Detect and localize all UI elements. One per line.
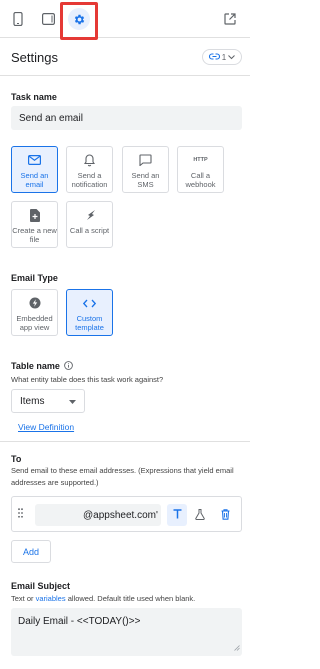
page-title: Settings: [11, 50, 58, 65]
task-type-call-script[interactable]: Call a script: [66, 201, 113, 248]
task-type-create-file[interactable]: Create a new file: [11, 201, 58, 248]
email-type-embedded-view[interactable]: Embedded app view: [11, 289, 58, 336]
email-subject-label: Email Subject: [11, 581, 71, 591]
trash-icon: [221, 508, 230, 522]
email-type-label-text: Embedded app view: [16, 314, 53, 332]
open-external-icon[interactable]: [219, 8, 241, 30]
variables-link[interactable]: variables: [36, 594, 66, 603]
tablet-icon[interactable]: [37, 8, 59, 30]
task-type-label: Send a notification: [71, 171, 108, 189]
table-name-label: Table name: [11, 361, 74, 372]
chevron-down-icon: [228, 53, 236, 62]
divider: [0, 441, 250, 442]
link-icon: [208, 52, 220, 62]
text-mode-button[interactable]: [167, 504, 187, 526]
task-type-label: Call a webhook: [185, 171, 216, 189]
top-toolbar: [0, 0, 250, 40]
email-subject-value: Daily Email - <<TODAY()>>: [18, 616, 141, 627]
drag-handle-icon[interactable]: [18, 508, 23, 520]
lightning-icon: [29, 296, 41, 310]
new-file-icon: [29, 208, 40, 222]
email-subject-input[interactable]: Daily Email - <<TODAY()>>: [11, 608, 242, 656]
text-format-icon: [173, 509, 182, 521]
task-type-label: Send an SMS: [131, 171, 160, 189]
add-recipient-button[interactable]: Add: [11, 540, 51, 563]
task-type-call-webhook[interactable]: HTTP Call a webhook: [177, 146, 224, 193]
info-icon[interactable]: [64, 361, 74, 372]
phone-icon[interactable]: [7, 8, 29, 30]
view-definition-link[interactable]: View Definition: [18, 422, 74, 432]
task-type-label: Call a script: [69, 226, 110, 235]
to-help: Send email to these email addresses. (Ex…: [11, 466, 234, 487]
email-type-custom-template[interactable]: Custom template: [66, 289, 113, 336]
bell-icon: [84, 153, 95, 167]
task-type-label: Create a new file: [12, 226, 57, 244]
email-recipient-value: @appsheet.com': [83, 509, 158, 521]
email-recipient-input[interactable]: @appsheet.com': [35, 504, 161, 526]
task-name-input[interactable]: Send an email: [11, 106, 242, 130]
task-name-label: Task name: [11, 92, 57, 102]
resize-handle-icon[interactable]: [234, 643, 240, 654]
task-type-send-email[interactable]: Send an email: [11, 146, 58, 193]
script-icon: [84, 208, 96, 222]
sms-icon: [139, 153, 152, 167]
table-name-help: What entity table does this task work ag…: [11, 375, 164, 384]
task-type-send-sms[interactable]: Send an SMS: [122, 146, 169, 193]
email-type-label: Email Type: [11, 273, 58, 283]
table-select[interactable]: Items: [11, 389, 85, 413]
flask-icon: [195, 508, 205, 522]
divider: [0, 75, 250, 76]
http-icon: HTTP: [193, 157, 208, 163]
task-type-send-notification[interactable]: Send a notification: [66, 146, 113, 193]
to-label: To: [11, 454, 22, 464]
expression-mode-button[interactable]: [190, 504, 210, 526]
table-select-value: Items: [20, 395, 45, 407]
email-recipient-row: @appsheet.com': [11, 496, 242, 532]
delete-button[interactable]: [215, 504, 235, 526]
email-type-label-text: Custom template: [75, 314, 104, 332]
email-icon: [28, 153, 41, 167]
code-icon: [83, 296, 96, 310]
version-selector[interactable]: 1: [202, 49, 242, 65]
task-type-label: Send an email: [20, 171, 49, 189]
dropdown-arrow-icon: [69, 396, 76, 407]
gear-highlight-box: [60, 2, 98, 40]
version-label: 1: [221, 52, 227, 62]
email-subject-help: Text or variables allowed. Default title…: [11, 594, 196, 603]
